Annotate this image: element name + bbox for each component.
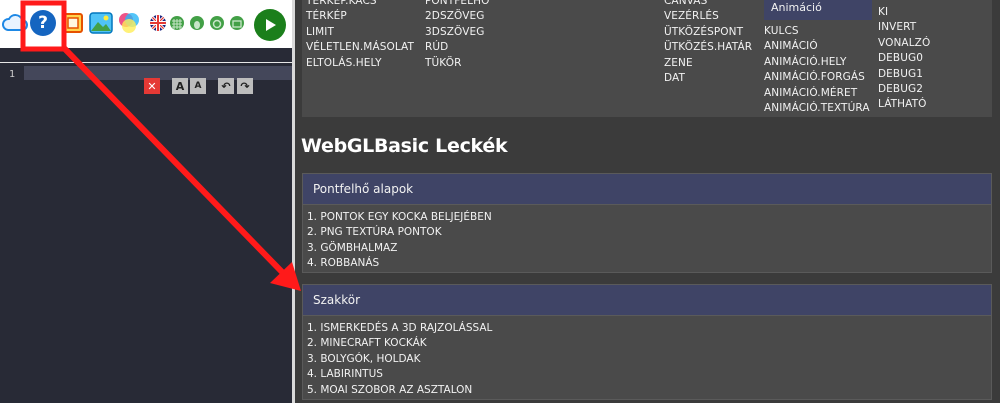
- command-link[interactable]: CANVAS: [664, 0, 752, 9]
- font-increase-icon[interactable]: A: [172, 78, 188, 94]
- card-title: Pontfelhő alapok: [303, 174, 991, 205]
- lesson-link[interactable]: 1. ISMERKEDÉS A 3D RAJZOLÁSSAL: [307, 321, 991, 336]
- command-column-3: CANVAS VEZÉRLÉS ÜTKÖZÉSPONT ÜTKÖZÉS.HATÁR ZE…: [664, 0, 752, 86]
- command-reference-card: TERKEP.KACS TÉRKÉP LIMIT VÉLETLEN.MÁSOLAT EL…: [302, 0, 992, 117]
- command-column-4: KULCS ANIMÁCIÓ ANIMÁCIÓ.HELY ANIMÁCIÓ.FORGÁ…: [764, 24, 870, 116]
- command-link[interactable]: KI: [878, 5, 930, 20]
- lesson-list: 1. PONTOK EGY KOCKA BELJEJÉBEN 2. PNG TEX…: [303, 205, 991, 272]
- command-link[interactable]: ANIMÁCIÓ.MÉRET: [764, 86, 870, 101]
- command-link[interactable]: ZENE: [664, 56, 752, 71]
- lesson-card-pontfelho: Pontfelhő alapok 1. PONTOK EGY KOCKA BEL…: [302, 173, 992, 273]
- command-link[interactable]: TERKEP.KACS: [306, 0, 414, 9]
- font-decrease-icon[interactable]: A: [190, 78, 206, 94]
- lesson-link[interactable]: 1. PONTOK EGY KOCKA BELJEJÉBEN: [307, 210, 991, 225]
- command-column-2: PONTFELHŐ 2DSZÖVEG 3DSZÖVEG RÚD TÜKÖR: [425, 0, 489, 71]
- command-link[interactable]: VÉLETLEN.MÁSOLAT: [306, 40, 414, 55]
- lesson-link[interactable]: 3. BOLYGÓK, HOLDAK: [307, 352, 991, 367]
- command-link[interactable]: 3DSZÖVEG: [425, 25, 489, 40]
- command-column-1: TERKEP.KACS TÉRKÉP LIMIT VÉLETLEN.MÁSOLAT EL…: [306, 0, 414, 71]
- card-title: Szakkör: [303, 285, 991, 316]
- command-link[interactable]: TÉRKÉP: [306, 9, 414, 24]
- lesson-link[interactable]: 5. MOAI SZOBOR AZ ASZTALON: [307, 383, 991, 398]
- play-icon: [266, 19, 276, 31]
- command-link[interactable]: VONALZÓ: [878, 36, 930, 51]
- command-link[interactable]: RÚD: [425, 40, 489, 55]
- toolbar-separator: [0, 62, 292, 63]
- command-link[interactable]: TÜKÖR: [425, 56, 489, 71]
- window-icon[interactable]: [230, 16, 244, 30]
- command-link[interactable]: ÜTKÖZÉS.HATÁR: [664, 40, 752, 55]
- command-link[interactable]: DEBUG1: [878, 67, 930, 82]
- grid-icon[interactable]: [170, 16, 184, 30]
- command-link[interactable]: ANIMÁCIÓ: [764, 39, 870, 54]
- command-link[interactable]: 2DSZÖVEG: [425, 9, 489, 24]
- lessons-panel: TERKEP.KACS TÉRKÉP LIMIT VÉLETLEN.MÁSOLAT EL…: [295, 0, 1000, 403]
- uk-flag-icon[interactable]: [150, 15, 166, 31]
- lesson-link[interactable]: 4. ROBBANÁS: [307, 256, 991, 271]
- editor-pane: ? 1 ✕ A A ↶ ↷: [0, 0, 292, 403]
- lesson-card-szakkor: Szakkör 1. ISMERKEDÉS A 3D RAJZOLÁSSAL 2.…: [302, 284, 992, 400]
- gallery-icon[interactable]: [60, 10, 86, 36]
- toolbar: ?: [0, 0, 292, 48]
- lesson-link[interactable]: 3. GÖMBHALMAZ: [307, 241, 991, 256]
- image-icon[interactable]: [88, 10, 114, 36]
- app-root: ? 1 ✕ A A ↶ ↷ TERKEP.KACS TÉRKÉP LIMIT V…: [0, 0, 1000, 403]
- line-number: 1: [9, 69, 16, 80]
- command-link[interactable]: INVERT: [878, 20, 930, 35]
- command-link[interactable]: VEZÉRLÉS: [664, 9, 752, 24]
- bug-icon[interactable]: [190, 16, 204, 30]
- lesson-link[interactable]: 2. PNG TEXTÚRA PONTOK: [307, 225, 991, 240]
- circle-icon[interactable]: [210, 16, 224, 30]
- code-editor[interactable]: 1 ✕ A A ↶ ↷: [0, 66, 292, 403]
- run-button[interactable]: [254, 9, 286, 41]
- lesson-list: 1. ISMERKEDÉS A 3D RAJZOLÁSSAL 2. MINECRA…: [303, 316, 991, 398]
- command-link[interactable]: ANIMÁCIÓ.HELY: [764, 55, 870, 70]
- animation-header: Animáció: [764, 0, 872, 20]
- lesson-link[interactable]: 2. MINECRAFT KOCKÁK: [307, 336, 991, 351]
- command-column-5: KI INVERT VONALZÓ DEBUG0 DEBUG1 DEBUG2 LÁTHATÓ: [878, 5, 930, 113]
- redo-icon[interactable]: ↷: [237, 78, 253, 94]
- clear-icon[interactable]: ✕: [144, 78, 160, 94]
- undo-icon[interactable]: ↶: [218, 78, 234, 94]
- command-link[interactable]: DEBUG0: [878, 51, 930, 66]
- command-link[interactable]: ANIMÁCIÓ.FORGÁS: [764, 70, 870, 85]
- palette-icon[interactable]: [116, 10, 142, 36]
- command-link[interactable]: LIMIT: [306, 25, 414, 40]
- command-link[interactable]: ELTOLÁS.HELY: [306, 56, 414, 71]
- command-link[interactable]: ANIMÁCIÓ.TEXTÚRA: [764, 101, 870, 116]
- command-link[interactable]: ÜTKÖZÉSPONT: [664, 25, 752, 40]
- lesson-link[interactable]: 4. LABIRINTUS: [307, 367, 991, 382]
- section-title: WebGLBasic Leckék: [301, 135, 508, 157]
- command-link[interactable]: PONTFELHŐ: [425, 0, 489, 9]
- command-link[interactable]: KULCS: [764, 24, 870, 39]
- help-icon[interactable]: ?: [30, 10, 56, 36]
- command-link[interactable]: DEBUG2: [878, 82, 930, 97]
- command-link[interactable]: LÁTHATÓ: [878, 97, 930, 112]
- command-link[interactable]: DAT: [664, 71, 752, 86]
- cloud-icon[interactable]: [2, 10, 28, 36]
